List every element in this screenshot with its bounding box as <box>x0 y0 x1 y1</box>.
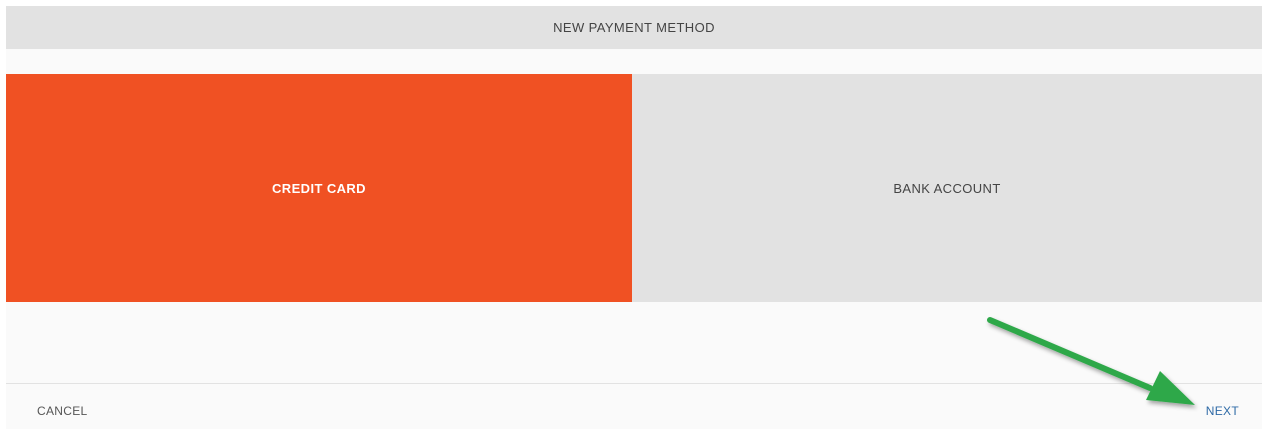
dialog-footer: CANCEL NEXT <box>6 383 1262 429</box>
payment-method-dialog: NEW PAYMENT METHOD CREDIT CARD BANK ACCO… <box>6 6 1262 429</box>
dialog-title: NEW PAYMENT METHOD <box>553 20 715 35</box>
bank-account-option[interactable]: BANK ACCOUNT <box>632 74 1262 302</box>
credit-card-label: CREDIT CARD <box>272 180 366 196</box>
cancel-button[interactable]: CANCEL <box>37 404 87 418</box>
payment-method-options: CREDIT CARD BANK ACCOUNT <box>6 74 1262 302</box>
next-button[interactable]: NEXT <box>1206 404 1239 418</box>
dialog-header: NEW PAYMENT METHOD <box>6 6 1262 49</box>
credit-card-option[interactable]: CREDIT CARD <box>6 74 632 302</box>
bank-account-label: BANK ACCOUNT <box>893 180 1001 196</box>
